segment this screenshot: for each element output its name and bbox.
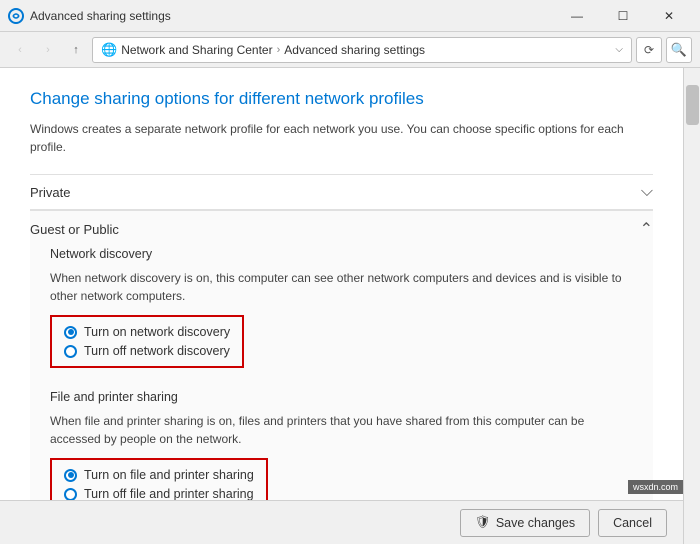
content-area: Change sharing options for different net…	[0, 68, 683, 544]
address-box[interactable]: 🌐 Network and Sharing Center › Advanced …	[92, 37, 632, 63]
cancel-button[interactable]: Cancel	[598, 509, 667, 537]
search-button[interactable]: 🔍	[666, 37, 692, 63]
private-profile-header[interactable]: Private ⌵	[30, 174, 653, 209]
shield-icon: 🛡	[475, 515, 491, 530]
titlebar-controls: — ☐ ✕	[554, 0, 692, 32]
private-profile-section: Private ⌵	[30, 174, 653, 209]
minimize-button[interactable]: —	[554, 0, 600, 32]
guest-public-toggle-icon: ⌃	[640, 219, 653, 239]
breadcrumb-sep-1: ›	[277, 44, 281, 56]
up-button[interactable]: ↑	[64, 38, 88, 62]
scrollbar[interactable]	[683, 68, 700, 544]
save-changes-button[interactable]: 🛡 Save changes	[460, 509, 590, 537]
breadcrumb: Network and Sharing Center › Advanced sh…	[121, 43, 425, 57]
turn-on-network-discovery-label: Turn on network discovery	[84, 325, 230, 339]
guest-public-header[interactable]: Guest or Public ⌃	[30, 210, 653, 247]
breadcrumb-current: Advanced sharing settings	[284, 43, 425, 57]
back-button[interactable]: ‹	[8, 38, 32, 62]
turn-on-network-discovery-option[interactable]: Turn on network discovery	[64, 325, 230, 339]
page-description: Windows creates a separate network profi…	[30, 120, 653, 156]
guest-public-section: Guest or Public ⌃ Network discovery When…	[30, 209, 653, 525]
turn-on-network-discovery-radio[interactable]	[64, 326, 77, 339]
watermark: wsxdn.com	[628, 480, 683, 494]
network-discovery-desc: When network discovery is on, this compu…	[50, 269, 633, 305]
turn-on-file-printer-label: Turn on file and printer sharing	[84, 468, 254, 482]
page-heading: Change sharing options for different net…	[30, 88, 653, 110]
turn-off-file-printer-radio[interactable]	[64, 488, 77, 501]
breadcrumb-network: Network and Sharing Center	[121, 43, 272, 57]
network-discovery-radio-group: Turn on network discovery Turn off netwo…	[50, 315, 244, 368]
turn-off-file-printer-option[interactable]: Turn off file and printer sharing	[64, 487, 254, 501]
turn-off-network-discovery-radio[interactable]	[64, 345, 77, 358]
private-toggle-icon: ⌵	[641, 183, 653, 201]
turn-off-network-discovery-label: Turn off network discovery	[84, 344, 230, 358]
guest-public-label: Guest or Public	[30, 222, 119, 237]
titlebar-title: Advanced sharing settings	[30, 9, 554, 23]
network-discovery-title: Network discovery	[50, 247, 633, 261]
bottom-bar: 🛡 Save changes Cancel	[0, 500, 683, 544]
network-icon: 🌐	[101, 42, 117, 58]
titlebar: Advanced sharing settings — ☐ ✕	[0, 0, 700, 32]
turn-off-network-discovery-option[interactable]: Turn off network discovery	[64, 344, 230, 358]
scrollbar-thumb[interactable]	[686, 85, 699, 125]
close-button[interactable]: ✕	[646, 0, 692, 32]
turn-off-file-printer-label: Turn off file and printer sharing	[84, 487, 254, 501]
addressbar: ‹ › ↑ 🌐 Network and Sharing Center › Adv…	[0, 32, 700, 68]
forward-button[interactable]: ›	[36, 38, 60, 62]
turn-on-file-printer-radio[interactable]	[64, 469, 77, 482]
save-changes-label: Save changes	[496, 516, 575, 530]
titlebar-icon	[8, 8, 24, 24]
network-discovery-section: Network discovery When network discovery…	[30, 247, 653, 382]
file-printer-sharing-desc: When file and printer sharing is on, fil…	[50, 412, 633, 448]
refresh-button[interactable]: ⟳	[636, 37, 662, 63]
address-dropdown-icon[interactable]: ⌵	[615, 44, 623, 55]
private-profile-label: Private	[30, 185, 70, 200]
turn-on-file-printer-option[interactable]: Turn on file and printer sharing	[64, 468, 254, 482]
main-area: Change sharing options for different net…	[0, 68, 700, 544]
file-printer-sharing-title: File and printer sharing	[50, 390, 633, 404]
maximize-button[interactable]: ☐	[600, 0, 646, 32]
